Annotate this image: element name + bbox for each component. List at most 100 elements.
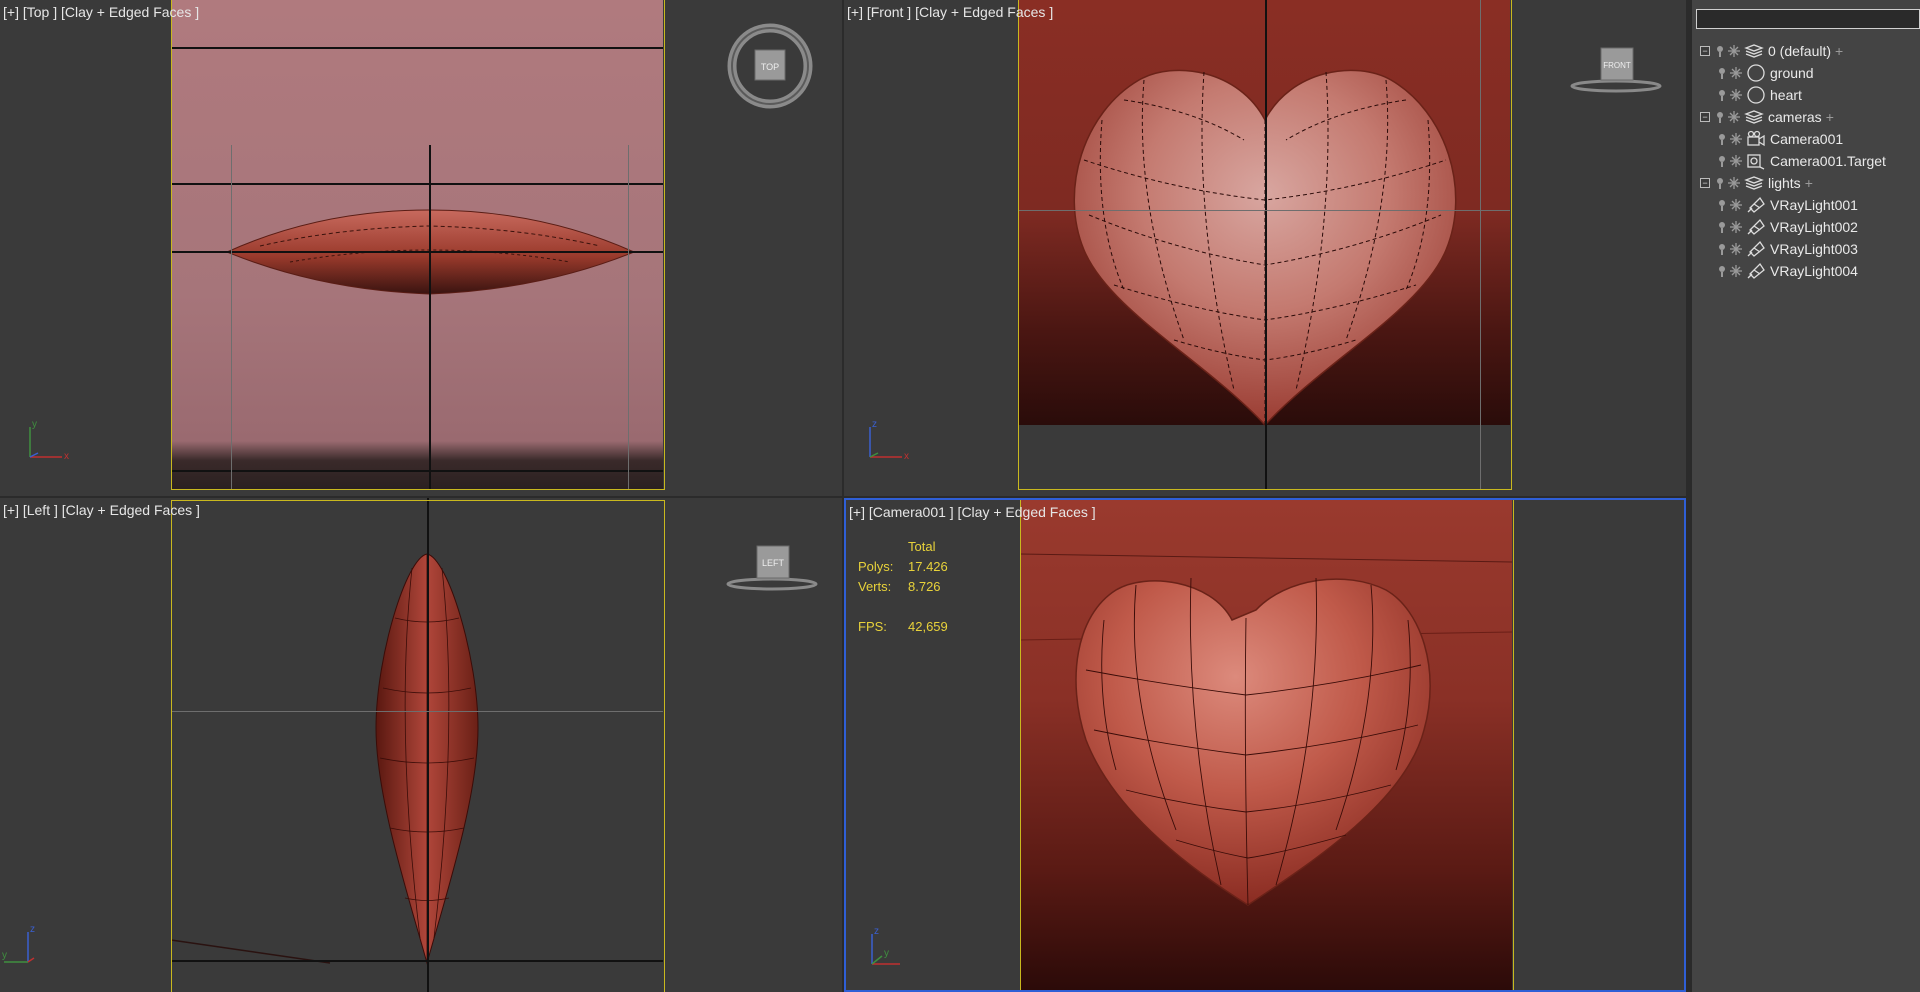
visibility-bulb-icon[interactable] [1714,176,1726,190]
layer-name[interactable]: lights [1768,175,1801,191]
viewport-top[interactable]: TOP y x [+] [Top ] [Clay + Edged Faces ] [0,0,842,496]
object-row[interactable]: ground [1700,62,1886,84]
axis-gizmo: y x [29,419,69,462]
object-row[interactable]: VRayLight001 [1700,194,1886,216]
stats-overlay: Total Polys: 17.426 Verts: 8.726 FPS: 42,65… [858,536,948,636]
viewcube-left[interactable]: LEFT [722,538,822,598]
light-icon [1746,262,1766,280]
freeze-snowflake-icon[interactable] [1730,88,1742,102]
layer-row[interactable]: − 0 (default) + [1700,40,1886,62]
scene-search-input[interactable] [1696,9,1920,29]
camera-icon [1746,130,1766,148]
collapse-toggle-icon[interactable]: − [1700,46,1710,56]
freeze-snowflake-icon[interactable] [1730,220,1742,234]
object-name[interactable]: VRayLight002 [1770,219,1858,235]
object-name[interactable]: VRayLight003 [1770,241,1858,257]
grid-line [231,145,232,490]
grid-line [171,251,663,253]
object-name[interactable]: VRayLight004 [1770,263,1858,279]
freeze-snowflake-icon[interactable] [1730,66,1742,80]
freeze-snowflake-icon[interactable] [1730,264,1742,278]
add-to-layer-icon[interactable]: + [1805,175,1813,191]
grid-line [429,145,431,490]
geometry-sphere-icon [1746,64,1766,82]
freeze-snowflake-icon[interactable] [1728,110,1740,124]
viewcube-front[interactable]: FRONT [1566,40,1666,100]
axis-z-label: z [30,924,35,935]
visibility-bulb-icon[interactable] [1714,44,1726,58]
stats-header: Total [908,538,936,554]
axis-y-label: y [32,419,37,430]
object-name[interactable]: VRayLight001 [1770,197,1858,213]
add-to-layer-icon[interactable]: + [1826,109,1834,125]
object-name[interactable]: ground [1770,65,1814,81]
freeze-snowflake-icon[interactable] [1730,198,1742,212]
layer-name[interactable]: cameras [1768,109,1822,125]
visibility-bulb-icon[interactable] [1716,242,1728,256]
visibility-bulb-icon[interactable] [1716,220,1728,234]
viewcube-label: LEFT [762,558,785,568]
axis-gizmo: z y [871,926,900,965]
object-row[interactable]: heart [1700,84,1886,106]
collapse-toggle-icon[interactable]: − [1700,112,1710,122]
object-name[interactable]: Camera001.Target [1770,153,1886,169]
viewport-left-label[interactable]: [+] [Left ] [Clay + Edged Faces ] [3,502,200,518]
object-row[interactable]: VRayLight002 [1700,216,1886,238]
heart-top-view[interactable] [0,0,842,496]
freeze-snowflake-icon[interactable] [1730,132,1742,146]
add-to-layer-icon[interactable]: + [1835,43,1843,59]
visibility-bulb-icon[interactable] [1716,132,1728,146]
grid-line [171,47,663,49]
viewport-left[interactable]: LEFT z y [+] [Left ] [Clay + Edged Faces… [0,498,842,992]
visibility-bulb-icon[interactable] [1716,198,1728,212]
stats-verts-row: Verts: 8.726 [858,576,948,596]
scene-tree: −0 (default) + ground heart − cameras + Camera0… [1700,40,1886,282]
visibility-bulb-icon[interactable] [1716,154,1728,168]
collapse-toggle-icon[interactable]: − [1700,178,1710,188]
stats-header-row: Total [858,536,948,556]
visibility-bulb-icon[interactable] [1716,66,1728,80]
layer-name[interactable]: 0 (default) [1768,43,1831,59]
viewcube-top[interactable]: TOP [722,22,818,112]
object-row[interactable]: Camera001.Target [1700,150,1886,172]
viewport-front[interactable]: FRONT z x [+] [Front ] [Clay + Edged Fac… [844,0,1686,496]
viewport-camera-label[interactable]: [+] [Camera001 ] [Clay + Edged Faces ] [849,504,1096,520]
layer-icon [1744,108,1764,126]
freeze-snowflake-icon[interactable] [1728,44,1740,58]
axis-x-label: x [904,451,909,462]
stats-verts-label: Verts: [858,578,892,594]
stats-polys-label: Polys: [858,558,894,574]
freeze-snowflake-icon[interactable] [1728,176,1740,190]
grid-line [1018,210,1510,211]
layer-row[interactable]: − cameras + [1700,106,1886,128]
grid-line [171,960,663,962]
axis-y-label: y [2,950,7,961]
viewport-top-label[interactable]: [+] [Top ] [Clay + Edged Faces ] [3,4,199,20]
freeze-snowflake-icon[interactable] [1730,154,1742,168]
object-row[interactable]: VRayLight004 [1700,260,1886,282]
stats-fps-label: FPS: [858,618,887,634]
heart-camera-view[interactable] [846,500,1686,992]
object-row[interactable]: Camera001 [1700,128,1886,150]
axis-y-label: y [884,948,889,959]
object-name[interactable]: Camera001 [1770,131,1843,147]
viewcube-label: TOP [761,62,779,72]
layer-icon [1744,42,1764,60]
viewport-camera[interactable]: Total Polys: 17.426 Verts: 8.726 FPS: 42,65… [844,498,1686,992]
heart-left-view[interactable] [0,498,842,992]
axis-x-label: x [64,451,69,462]
layer-row[interactable]: − lights + [1700,172,1886,194]
grid-line [427,498,429,992]
viewport-front-label[interactable]: [+] [Front ] [Clay + Edged Faces ] [847,4,1053,20]
geometry-sphere-icon [1746,86,1766,104]
stats-fps-row: FPS: 42,659 [858,616,948,636]
visibility-bulb-icon[interactable] [1716,88,1728,102]
object-row[interactable]: VRayLight003 [1700,238,1886,260]
grid-line [171,183,663,185]
layer-icon [1744,174,1764,192]
freeze-snowflake-icon[interactable] [1730,242,1742,256]
stats-spacer [858,596,948,616]
visibility-bulb-icon[interactable] [1716,264,1728,278]
object-name[interactable]: heart [1770,87,1802,103]
visibility-bulb-icon[interactable] [1714,110,1726,124]
